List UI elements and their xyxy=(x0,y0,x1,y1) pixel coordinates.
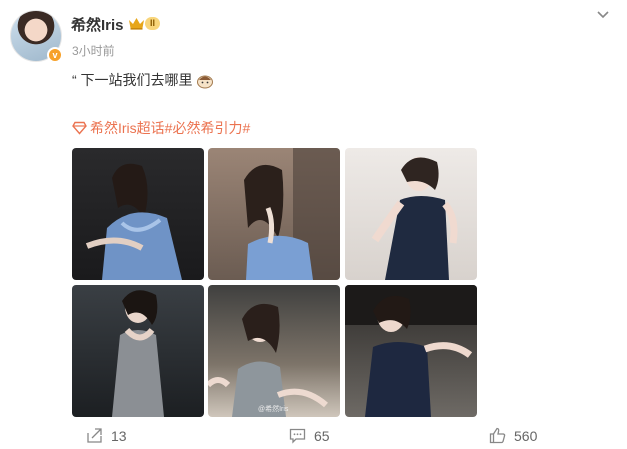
comment-icon xyxy=(289,428,306,444)
username[interactable]: 希然Iris xyxy=(71,14,124,35)
like-button[interactable]: 560 xyxy=(489,427,537,444)
verified-badge-icon: v xyxy=(47,47,63,63)
photo-5[interactable]: @希然Iris xyxy=(208,285,340,417)
photo-2[interactable] xyxy=(208,148,340,280)
photo-1[interactable] xyxy=(72,148,204,280)
post-text-body: “ 下一站我们去哪里 xyxy=(72,72,193,88)
post-text: “ 下一站我们去哪里 xyxy=(72,70,214,90)
emoji-icon xyxy=(196,75,213,89)
diamond-icon xyxy=(72,121,87,135)
photo-4[interactable] xyxy=(72,285,204,417)
repost-count: 13 xyxy=(111,427,127,444)
repost-icon xyxy=(87,428,102,443)
avatar[interactable]: v xyxy=(10,10,63,63)
chevron-down-icon[interactable] xyxy=(596,10,610,20)
like-icon xyxy=(489,427,506,444)
like-count: 560 xyxy=(514,427,538,444)
repost-button[interactable]: 13 xyxy=(86,427,127,444)
crown-icon xyxy=(129,18,144,30)
photo-6[interactable] xyxy=(345,285,477,417)
comment-button[interactable]: 65 xyxy=(289,427,330,444)
post-timestamp[interactable]: 3小时前 xyxy=(72,42,115,59)
level-badge: II xyxy=(145,17,161,30)
photo-watermark: @希然Iris xyxy=(258,406,289,413)
topic-link[interactable]: 希然Iris超话#必然希引力# xyxy=(72,118,250,138)
topic-text[interactable]: 希然Iris超话#必然希引力# xyxy=(90,118,250,138)
photo-3[interactable] xyxy=(345,148,477,280)
comment-count: 65 xyxy=(314,427,330,444)
